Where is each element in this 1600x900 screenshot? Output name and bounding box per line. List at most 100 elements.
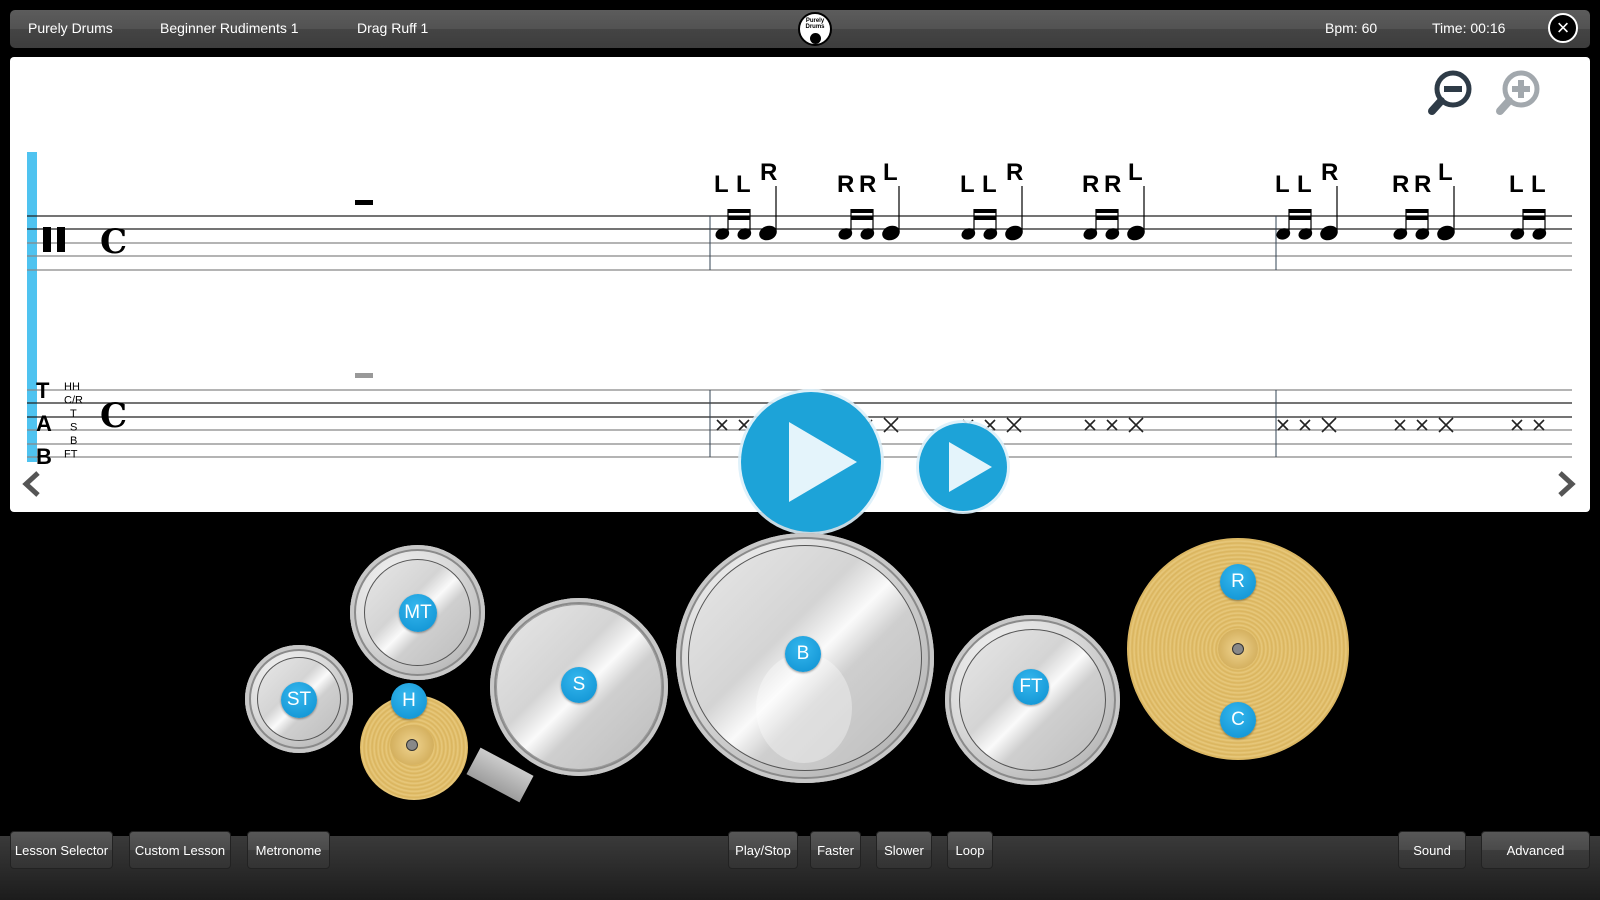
drum-kit: ST MT H S B FT R C	[0, 520, 1600, 820]
chevron-left-icon	[22, 471, 40, 497]
logo-line1: Purely	[805, 18, 825, 24]
screw-icon	[406, 739, 418, 751]
tab-label-letter: B	[36, 444, 52, 469]
logo-line2: Drums	[805, 24, 825, 30]
logo-drum-icon	[810, 33, 821, 44]
tab-hit-mark	[1299, 419, 1311, 431]
sticking-letter: L	[1297, 171, 1312, 198]
note-beam	[1096, 216, 1118, 220]
sticking-letter: L	[1438, 159, 1453, 186]
play-stop-button[interactable]: Play/Stop	[728, 831, 798, 869]
screw-icon	[1232, 643, 1244, 655]
note-beam	[1096, 209, 1118, 213]
tab-line-label: S	[70, 422, 77, 434]
note-beam	[1406, 216, 1428, 220]
tab-label-letter: T	[36, 378, 50, 403]
note-beam	[728, 209, 750, 213]
note-beam	[1523, 216, 1545, 220]
app-name: Purely Drums	[28, 20, 113, 36]
lesson-name: Drag Ruff 1	[357, 20, 429, 36]
custom-lesson-button[interactable]: Custom Lesson	[129, 831, 231, 869]
previous-page-button[interactable]	[18, 470, 48, 500]
note-beam	[1289, 209, 1311, 213]
tab-hit-mark	[1511, 419, 1523, 431]
play-slow-button[interactable]	[919, 423, 1007, 511]
tab-hit-mark	[1533, 419, 1545, 431]
pad-crash[interactable]: C	[1220, 702, 1256, 738]
tab-label-letter: A	[36, 411, 52, 436]
note-beam	[974, 216, 996, 220]
percussion-clef	[57, 227, 65, 252]
pad-small-tom[interactable]: ST	[281, 682, 317, 718]
zoom-out-button[interactable]	[1425, 69, 1475, 119]
sticking-letter: L	[1128, 159, 1143, 186]
tab-hit-mark	[1084, 419, 1096, 431]
tab-line-label: T	[70, 408, 77, 420]
tab-line-label: C/R	[64, 395, 83, 407]
pad-hihat[interactable]: H	[391, 683, 427, 719]
sticking-letter: R	[859, 171, 876, 198]
sticking-letter: L	[1531, 171, 1546, 198]
chevron-right-icon	[1558, 471, 1576, 497]
sound-button[interactable]: Sound	[1398, 831, 1466, 869]
next-page-button[interactable]	[1550, 470, 1580, 500]
tab-hit-mark	[1106, 419, 1118, 431]
note-beam	[728, 216, 750, 220]
tab-hit-mark	[1416, 419, 1428, 431]
sticking-letter: R	[1321, 159, 1338, 186]
whole-rest	[355, 373, 373, 378]
time-readout: Time: 00:16	[1432, 20, 1506, 36]
sticking-letter: L	[736, 171, 751, 198]
sticking-letter: R	[1082, 171, 1099, 198]
play-icon	[789, 422, 857, 502]
sticking-letter: R	[1414, 171, 1431, 198]
note-beam	[851, 209, 873, 213]
sticking-letter: L	[982, 171, 997, 198]
tab-hit-mark	[716, 419, 728, 431]
pad-bass[interactable]: B	[785, 636, 821, 672]
bottom-toolbar: Lesson Selector Custom Lesson Metronome …	[0, 831, 1600, 900]
whole-rest	[355, 200, 373, 205]
sticking-letter: L	[883, 159, 898, 186]
tab-line-label: FT	[64, 449, 78, 461]
note-beam	[1289, 216, 1311, 220]
time-signature: C	[100, 222, 127, 262]
tab-hit-mark	[1394, 419, 1406, 431]
note-beam	[851, 216, 873, 220]
top-bar: Purely Drums Beginner Rudiments 1 Drag R…	[10, 10, 1590, 48]
close-button[interactable]: ×	[1548, 13, 1578, 43]
note-beam	[1406, 209, 1428, 213]
lesson-selector-button[interactable]: Lesson Selector	[10, 831, 113, 869]
loop-button[interactable]: Loop	[947, 831, 993, 869]
tab-line-label: B	[70, 435, 77, 447]
sticking-letter: L	[1509, 171, 1524, 198]
tab-hit-mark	[984, 419, 996, 431]
sticking-letter: R	[837, 171, 854, 198]
slower-button[interactable]: Slower	[876, 831, 932, 869]
sticking-letter: L	[1275, 171, 1290, 198]
sticking-letter: L	[960, 171, 975, 198]
percussion-clef	[43, 227, 51, 252]
pad-ride[interactable]: R	[1220, 564, 1256, 600]
play-button[interactable]	[741, 392, 881, 532]
zoom-in-button[interactable]	[1493, 69, 1543, 119]
sticking-letter: R	[1104, 171, 1121, 198]
pad-snare[interactable]: S	[561, 667, 597, 703]
play-icon	[949, 442, 992, 492]
zoom-out-icon	[1428, 70, 1472, 115]
tab-hit-mark	[1277, 419, 1289, 431]
tab-hit-mark	[738, 419, 750, 431]
pad-mid-tom[interactable]: MT	[399, 594, 437, 632]
lesson-group: Beginner Rudiments 1	[160, 20, 299, 36]
metronome-button[interactable]: Metronome	[247, 831, 330, 869]
pad-floor-tom[interactable]: FT	[1013, 669, 1049, 705]
note-beam	[1523, 209, 1545, 213]
sticking-letter: R	[1392, 171, 1409, 198]
tab-line-label: HH	[64, 381, 80, 393]
faster-button[interactable]: Faster	[810, 831, 861, 869]
sticking-letter: L	[714, 171, 729, 198]
app-logo: Purely Drums	[798, 12, 832, 46]
advanced-button[interactable]: Advanced	[1481, 831, 1590, 869]
close-icon: ×	[1556, 15, 1570, 40]
sticking-letter: R	[1006, 159, 1023, 186]
